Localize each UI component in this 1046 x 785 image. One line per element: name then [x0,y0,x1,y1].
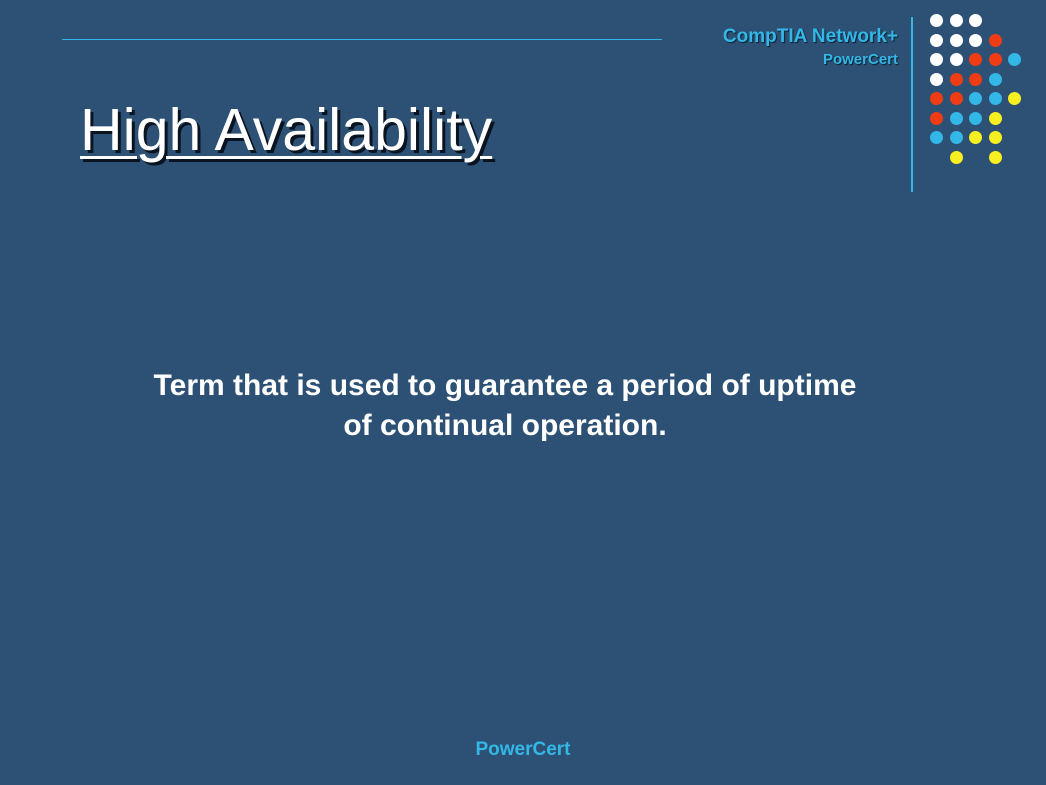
dot-red [930,111,943,125]
footer-brand: PowerCert [475,739,571,760]
vertical-divider-line [911,17,913,192]
decorative-dot-grid [930,14,1030,174]
dot-white [930,72,943,86]
dot-white [969,14,982,27]
brand-title: CompTIA Network+ [722,26,898,47]
dot-blue [949,131,963,144]
dot-red [988,53,1002,66]
dot-yellow [1008,92,1021,105]
dot-red [949,92,963,105]
dot-white [930,53,943,66]
dot-yellow [949,150,963,164]
top-divider-line [62,39,662,40]
dot-yellow [969,131,982,144]
dot-blue [988,72,1002,86]
dot-red [930,92,943,105]
dot-blue [949,111,963,125]
dot-white [949,14,963,27]
dot-red [969,72,982,86]
brand-subtitle: PowerCert [822,51,898,68]
dot-white [949,33,963,47]
dot-blue [969,92,982,105]
dot-yellow [988,111,1002,125]
dot-white [930,14,943,27]
dot-red [969,53,982,66]
dot-white [949,53,963,66]
slide-body-text: Term that is used to guarantee a period … [80,366,930,446]
dot-blue [1008,53,1021,66]
body-line-2: of continual operation. [343,409,667,442]
dot-red [988,33,1002,47]
slide-title: High Availability [80,97,493,163]
dot-yellow [988,150,1002,164]
slide: CompTIA Network+ PowerCert High Availabi… [0,0,1046,785]
dot-white [969,33,982,47]
dot-white [930,33,943,47]
dot-yellow [988,131,1002,144]
dot-blue [969,111,982,125]
dot-red [949,72,963,86]
dot-blue [988,92,1002,105]
body-line-1: Term that is used to guarantee a period … [153,369,857,402]
dot-blue [930,131,943,144]
